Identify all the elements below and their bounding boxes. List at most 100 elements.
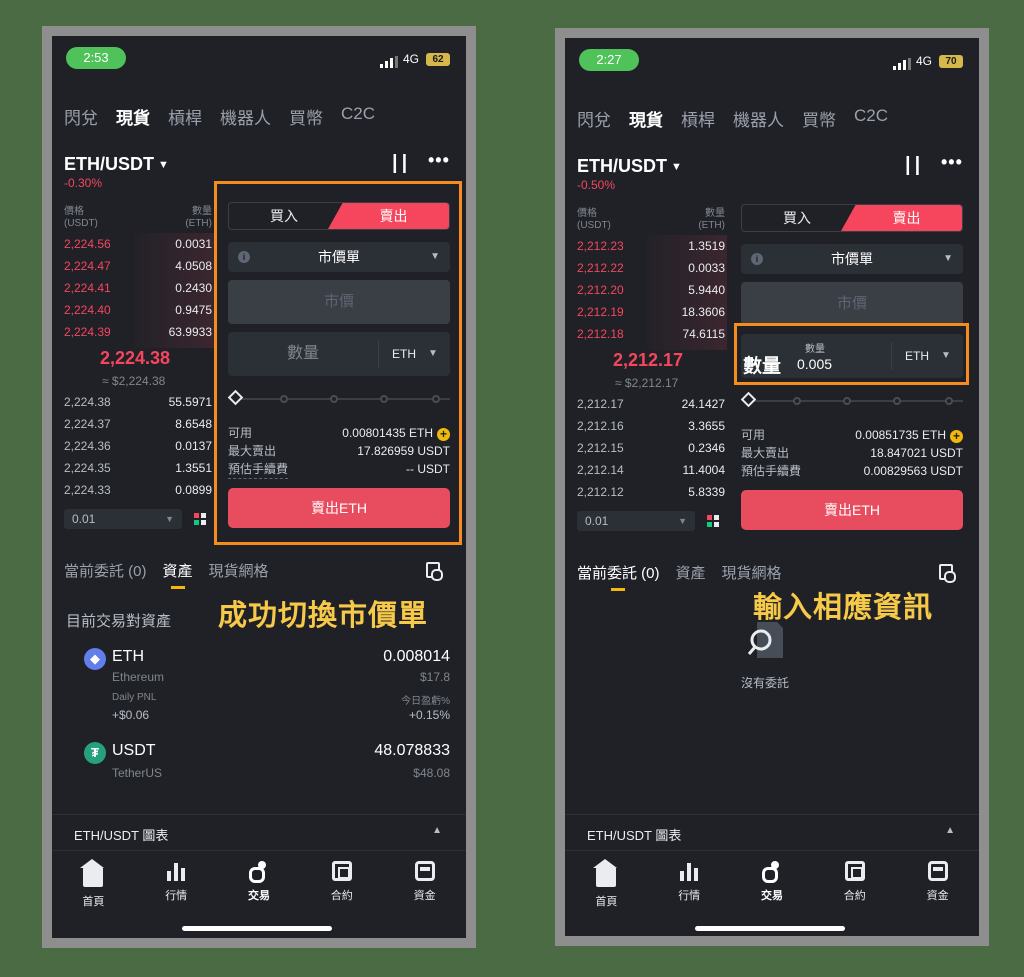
bid-row[interactable]: 2,224.36 0.0137 bbox=[64, 435, 212, 457]
bid-row[interactable]: 2,212.16 3.3655 bbox=[577, 415, 725, 437]
coin-usd: $48.08 bbox=[413, 766, 450, 780]
candlestick-icon[interactable]: ┃┃ bbox=[390, 154, 409, 174]
tab-c2c[interactable]: C2C bbox=[341, 104, 375, 129]
chart-toggle-bar[interactable]: ETH/USDT 圖表 ▲ bbox=[52, 814, 466, 850]
buy-tab[interactable]: 買入 bbox=[742, 205, 852, 231]
ask-row[interactable]: 2,224.56 0.0031 bbox=[64, 233, 212, 255]
top-tabs: 閃兌 現貨 槓桿 機器人 買幣 C2C bbox=[577, 106, 888, 131]
ask-row[interactable]: 2,224.41 0.2430 bbox=[64, 277, 212, 299]
tab-c2c[interactable]: C2C bbox=[854, 106, 888, 131]
order-type-select[interactable]: i 市價單 ▼ bbox=[741, 244, 963, 274]
nav-trade[interactable]: 交易 bbox=[218, 851, 301, 920]
highlight-quantity-field bbox=[734, 323, 969, 385]
tab-assets[interactable]: 資產 bbox=[676, 562, 706, 583]
orderbook-header: 價格 (USDT) 數量 (ETH) bbox=[64, 206, 212, 230]
nav-markets[interactable]: 行情 bbox=[135, 851, 218, 920]
price-change: -0.50% bbox=[577, 178, 616, 192]
bid-row[interactable]: 2,212.12 5.8339 bbox=[577, 481, 725, 503]
fee-row: 預估手續費 0.00829563 USDT bbox=[741, 464, 963, 478]
tab-convert[interactable]: 閃兌 bbox=[64, 104, 98, 129]
nav-trade[interactable]: 交易 bbox=[731, 851, 814, 920]
depth-view-icon[interactable] bbox=[707, 515, 719, 527]
ask-row[interactable]: 2,212.19 18.3606 bbox=[577, 301, 725, 323]
last-price: 2,212.17 bbox=[613, 350, 684, 370]
tab-assets[interactable]: 資產 bbox=[163, 560, 193, 589]
tab-spot[interactable]: 現貨 bbox=[629, 106, 663, 131]
bar-chart-icon bbox=[166, 861, 186, 881]
home-icon bbox=[80, 859, 105, 887]
ask-row[interactable]: 2,224.47 4.0508 bbox=[64, 255, 212, 277]
add-funds-icon[interactable]: + bbox=[950, 430, 963, 443]
bid-row[interactable]: 2,224.37 8.6548 bbox=[64, 413, 212, 435]
nav-wallet[interactable]: 資金 bbox=[383, 851, 466, 920]
chart-toggle-bar[interactable]: ETH/USDT 圖表 ▲ bbox=[565, 814, 979, 850]
ask-row[interactable]: 2,212.18 74.6115 bbox=[577, 323, 725, 345]
tick-size-select[interactable]: 0.01 ▼ bbox=[577, 511, 695, 531]
more-icon[interactable]: ••• bbox=[941, 152, 963, 173]
bid-row[interactable]: 2,224.38 55.5971 bbox=[64, 391, 212, 413]
pair-label: ETH/USDT bbox=[577, 156, 667, 176]
nav-wallet[interactable]: 資金 bbox=[896, 851, 979, 920]
pair-label: ETH/USDT bbox=[64, 154, 154, 174]
tab-spot-grid[interactable]: 現貨網格 bbox=[722, 562, 782, 583]
battery-icon: 62 bbox=[426, 53, 450, 66]
price-input[interactable]: 市價 bbox=[741, 282, 963, 326]
tab-spot[interactable]: 現貨 bbox=[116, 104, 150, 129]
more-icon[interactable]: ••• bbox=[428, 150, 450, 171]
bid-row[interactable]: 2,224.35 1.3551 bbox=[64, 457, 212, 479]
nav-home[interactable]: 首頁 bbox=[52, 851, 135, 920]
empty-orders-icon bbox=[747, 620, 783, 658]
ask-row[interactable]: 2,212.20 5.9440 bbox=[577, 279, 725, 301]
home-indicator bbox=[182, 926, 332, 931]
tab-bots[interactable]: 機器人 bbox=[733, 106, 784, 131]
tab-open-orders[interactable]: 當前委託 (0) bbox=[577, 562, 660, 591]
bottom-nav: 首頁 行情 交易 合約 資金 bbox=[565, 850, 979, 920]
candlestick-icon[interactable]: ┃┃ bbox=[903, 156, 922, 176]
bar-chart-icon bbox=[679, 861, 699, 881]
bid-row[interactable]: 2,212.17 24.1427 bbox=[577, 393, 725, 415]
tick-size-select[interactable]: 0.01 ▼ bbox=[64, 509, 182, 529]
qty-header: 數量 bbox=[192, 206, 212, 217]
tab-convert[interactable]: 閃兌 bbox=[577, 106, 611, 131]
bid-row[interactable]: 2,224.33 0.0899 bbox=[64, 479, 212, 501]
network-label: 4G bbox=[403, 52, 420, 66]
chevron-up-icon: ▲ bbox=[945, 825, 955, 836]
wallet-icon bbox=[927, 861, 948, 881]
order-history-icon[interactable] bbox=[426, 562, 443, 581]
orderbook-header: 價格 (USDT) 數量 (ETH) bbox=[577, 208, 725, 232]
tab-spot-grid[interactable]: 現貨網格 bbox=[209, 560, 269, 581]
nav-markets[interactable]: 行情 bbox=[648, 851, 731, 920]
tab-buy-crypto[interactable]: 買幣 bbox=[802, 106, 836, 131]
qty-unit: (ETH) bbox=[698, 220, 725, 231]
nav-futures[interactable]: 合約 bbox=[300, 851, 383, 920]
tether-icon: ₮ bbox=[84, 742, 106, 764]
slider-handle[interactable] bbox=[740, 391, 757, 408]
chart-label: ETH/USDT 圖表 bbox=[74, 828, 169, 843]
tab-margin[interactable]: 槓桿 bbox=[168, 104, 202, 129]
status-bar: 2:27 4G 70 bbox=[565, 38, 979, 90]
daily-pnl-label: Daily PNL bbox=[112, 692, 157, 703]
pair-selector[interactable]: ETH/USDT ▼ bbox=[577, 156, 682, 177]
futures-icon bbox=[331, 861, 352, 881]
coin-balance: 48.078833 bbox=[374, 742, 450, 759]
ask-row[interactable]: 2,212.23 1.3519 bbox=[577, 235, 725, 257]
pair-selector[interactable]: ETH/USDT ▼ bbox=[64, 154, 169, 175]
info-icon[interactable]: i bbox=[751, 253, 763, 265]
amount-slider[interactable] bbox=[740, 391, 963, 408]
daily-pnl-value: +$0.06 bbox=[112, 708, 150, 722]
nav-futures[interactable]: 合約 bbox=[813, 851, 896, 920]
sell-eth-button[interactable]: 賣出ETH bbox=[741, 490, 963, 530]
nav-home[interactable]: 首頁 bbox=[565, 851, 648, 920]
tab-open-orders[interactable]: 當前委託 (0) bbox=[64, 560, 147, 581]
tab-margin[interactable]: 槓桿 bbox=[681, 106, 715, 131]
order-history-icon[interactable] bbox=[939, 564, 956, 583]
tab-bots[interactable]: 機器人 bbox=[220, 104, 271, 129]
tab-buy-crypto[interactable]: 買幣 bbox=[289, 104, 323, 129]
depth-view-icon[interactable] bbox=[194, 513, 206, 525]
ask-row[interactable]: 2,212.22 0.0033 bbox=[577, 257, 725, 279]
bid-row[interactable]: 2,212.14 11.4004 bbox=[577, 459, 725, 481]
bid-row[interactable]: 2,212.15 0.2346 bbox=[577, 437, 725, 459]
ask-row[interactable]: 2,224.40 0.9475 bbox=[64, 299, 212, 321]
ask-row[interactable]: 2,224.39 63.9933 bbox=[64, 321, 212, 343]
sell-tab[interactable]: 賣出 bbox=[841, 205, 962, 231]
